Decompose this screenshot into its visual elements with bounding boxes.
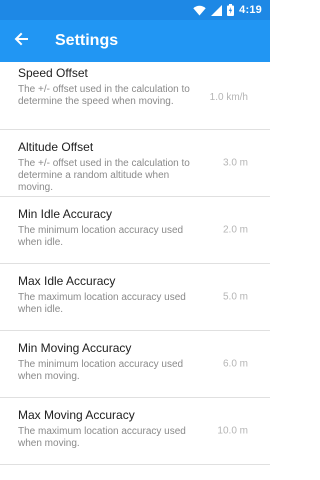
settings-list[interactable]: Speed Offset The +/- offset used in the … — [0, 62, 270, 480]
setting-value: 10.0 m — [217, 425, 248, 437]
setting-title: Min Moving Accuracy — [18, 341, 132, 355]
setting-description: The maximum location accuracy used when … — [18, 292, 186, 315]
wifi-icon — [193, 5, 206, 16]
signal-icon — [211, 4, 223, 16]
setting-title: Min Idle Accuracy — [18, 207, 113, 221]
setting-title: Max Idle Accuracy — [18, 274, 116, 288]
status-time: 4:19 — [239, 4, 262, 16]
arrow-left-icon — [14, 32, 28, 51]
setting-title: Max Moving Accuracy — [18, 408, 135, 422]
setting-max-moving-accuracy[interactable]: Max Moving Accuracy The maximum location… — [0, 398, 270, 465]
setting-description: The minimum location accuracy used when … — [18, 225, 184, 248]
setting-description: The minimum location accuracy used when … — [18, 359, 184, 382]
setting-min-moving-accuracy[interactable]: Min Moving Accuracy The minimum location… — [0, 331, 270, 398]
setting-description: The +/- offset used in the calculation t… — [18, 158, 190, 193]
back-button[interactable] — [1, 20, 41, 62]
setting-title: Speed Offset — [18, 66, 88, 80]
setting-description: The +/- offset used in the calculation t… — [18, 84, 190, 107]
page-title: Settings — [55, 32, 119, 49]
setting-value: 2.0 m — [222, 224, 248, 236]
setting-speed-offset[interactable]: Speed Offset The +/- offset used in the … — [0, 62, 270, 130]
setting-value: 6.0 m — [222, 358, 248, 370]
setting-min-idle-accuracy[interactable]: Min Idle Accuracy The minimum location a… — [0, 197, 270, 264]
battery-charging-icon — [227, 4, 235, 16]
app-bar: Settings — [0, 20, 270, 62]
setting-value: 3.0 m — [222, 157, 248, 169]
setting-value: 1.0 km/h — [209, 92, 248, 103]
setting-altitude-offset[interactable]: Altitude Offset The +/- offset used in t… — [0, 130, 270, 197]
status-bar: 4:19 — [0, 0, 270, 20]
setting-title: Altitude Offset — [18, 140, 94, 154]
setting-description: The maximum location accuracy used when … — [18, 426, 186, 449]
setting-value: 5.0 m — [222, 291, 248, 303]
setting-max-idle-accuracy[interactable]: Max Idle Accuracy The maximum location a… — [0, 264, 270, 331]
